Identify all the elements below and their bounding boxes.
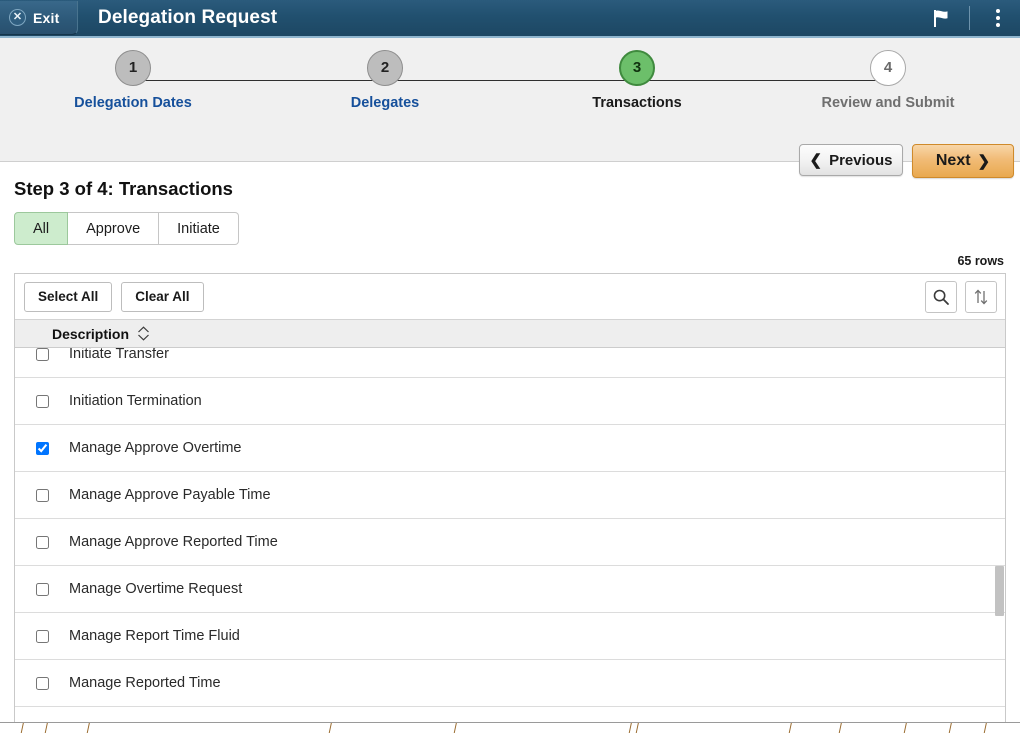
sort-updown-icon[interactable]	[965, 281, 997, 313]
row-label: Manage Approve Overtime	[69, 440, 241, 456]
tab-all[interactable]: All	[14, 212, 68, 245]
table-row[interactable]: Manage Approve Payable Time	[15, 472, 1005, 519]
row-count-label: 65 rows	[14, 254, 1004, 268]
step-progress-bar: 1 Delegation Dates 2 Delegates 3 Transac…	[0, 38, 1020, 162]
row-checkbox[interactable]	[36, 536, 49, 549]
table-row[interactable]: Manage Approve Overtime	[15, 425, 1005, 472]
transactions-list: Initiate Transfer Initiation Termination…	[15, 348, 1005, 718]
step-connector-1-2	[133, 80, 385, 81]
delegation-request-page: ✕ Exit Delegation Request 1 Del	[0, 0, 1020, 734]
table-row[interactable]: Manage Overtime Request	[15, 566, 1005, 613]
next-button-label: Next	[936, 152, 971, 170]
step-label-3: Transactions	[537, 95, 737, 111]
row-label: Manage Overtime Request	[69, 581, 242, 597]
transactions-list-viewport: Initiate Transfer Initiation Termination…	[15, 348, 1005, 718]
row-label: Manage Report Time Fluid	[69, 628, 240, 644]
title-bar-actions	[919, 0, 1020, 37]
flag-icon[interactable]	[919, 0, 963, 37]
tab-initiate[interactable]: Initiate	[159, 212, 239, 245]
column-header-description[interactable]: Description	[15, 320, 1005, 348]
table-row[interactable]: Manage Report Time Fluid	[15, 613, 1005, 660]
table-row[interactable]: Initiate Transfer	[15, 348, 1005, 378]
row-checkbox[interactable]	[36, 677, 49, 690]
sort-diamond-icon	[137, 326, 150, 341]
row-label: Initiation Termination	[69, 393, 202, 409]
table-row[interactable]: Initiation Termination	[15, 378, 1005, 425]
wizard-navigation: ❮ Previous Next ❯	[799, 144, 1014, 178]
table-row[interactable]: Manage Approve Reported Time	[15, 519, 1005, 566]
step-heading: Step 3 of 4: Transactions	[14, 178, 1006, 200]
step-connector-2-3	[385, 80, 637, 81]
previous-button[interactable]: ❮ Previous	[799, 144, 903, 176]
step-connector-3-4	[637, 80, 888, 81]
clear-all-button[interactable]: Clear All	[121, 282, 203, 312]
close-x-icon: ✕	[9, 9, 26, 26]
exit-button-label: Exit	[33, 10, 59, 26]
transactions-grid: Select All Clear All	[14, 273, 1006, 718]
exit-button[interactable]: ✕ Exit	[0, 1, 78, 35]
step-number-2: 2	[367, 50, 403, 86]
step-number-1: 1	[115, 50, 151, 86]
next-button[interactable]: Next ❯	[912, 144, 1014, 178]
search-icon[interactable]	[925, 281, 957, 313]
step-label-2: Delegates	[285, 95, 485, 111]
chevron-left-icon: ❮	[810, 153, 823, 168]
row-checkbox[interactable]	[36, 395, 49, 408]
toolbar-divider	[969, 6, 970, 30]
title-bar: ✕ Exit Delegation Request	[0, 0, 1020, 38]
row-label: Initiate Transfer	[69, 348, 169, 362]
row-checkbox[interactable]	[36, 348, 49, 361]
tab-approve[interactable]: Approve	[68, 212, 159, 245]
step-label-4: Review and Submit	[788, 95, 988, 111]
list-scrollbar[interactable]	[995, 348, 1004, 718]
row-checkbox[interactable]	[36, 583, 49, 596]
row-checkbox[interactable]	[36, 630, 49, 643]
select-all-button[interactable]: Select All	[24, 282, 112, 312]
column-header-label: Description	[52, 326, 129, 342]
transaction-type-tabs: All Approve Initiate	[14, 212, 1006, 245]
row-label: Manage Reported Time	[69, 675, 221, 691]
table-row[interactable]: Manage Reported Time	[15, 660, 1005, 707]
row-label: Manage Approve Payable Time	[69, 487, 271, 503]
step-list: 1 Delegation Dates 2 Delegates 3 Transac…	[0, 50, 1020, 120]
grid-toolbar: Select All Clear All	[15, 274, 1005, 320]
background-page-strip	[0, 722, 1020, 734]
row-checkbox[interactable]	[36, 442, 49, 455]
grid-toolbar-actions	[925, 281, 997, 313]
row-label: Manage Approve Reported Time	[69, 534, 278, 550]
row-checkbox[interactable]	[36, 489, 49, 502]
table-row[interactable]	[15, 707, 1005, 718]
content-area: Step 3 of 4: Transactions All Approve In…	[0, 178, 1020, 734]
list-scrollbar-thumb[interactable]	[995, 566, 1004, 616]
step-number-4: 4	[870, 50, 906, 86]
previous-button-label: Previous	[829, 152, 892, 169]
chevron-right-icon: ❯	[978, 154, 991, 169]
step-number-3: 3	[619, 50, 655, 86]
step-label-1: Delegation Dates	[33, 95, 233, 111]
vertical-ellipsis-icon[interactable]	[976, 0, 1020, 37]
background-page-marks	[0, 723, 1020, 734]
page-title: Delegation Request	[98, 7, 277, 29]
